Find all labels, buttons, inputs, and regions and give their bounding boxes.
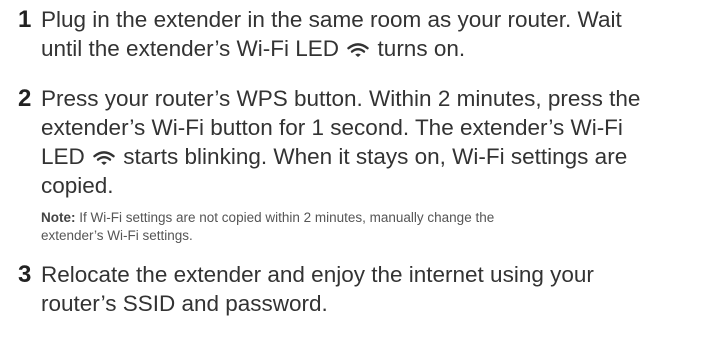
step-line: until the extender’s Wi-Fi LED turns on. [41,34,684,63]
step-line-part: starts blinking. When it stays on, Wi-Fi… [117,144,628,169]
note: Note: If Wi-Fi settings are not copied w… [41,209,684,245]
note-line: extender’s Wi-Fi settings. [41,228,193,243]
step-text: Relocate the extender and enjoy the inte… [41,260,684,318]
step-line: Plug in the extender in the same room as… [41,7,622,32]
step-line: extender’s Wi-Fi button for 1 second. Th… [41,115,623,140]
step-line: LED starts blinking. When it stays on, W… [41,142,684,171]
step-line: copied. [41,173,114,198]
step-1: 1 Plug in the extender in the same room … [18,5,684,63]
step-3: 3 Relocate the extender and enjoy the in… [18,260,684,318]
wifi-icon [347,43,369,57]
step-number: 3 [18,261,32,288]
step-line: Relocate the extender and enjoy the inte… [41,262,594,287]
note-text: If Wi-Fi settings are not copied within … [79,210,495,225]
step-text: Plug in the extender in the same room as… [41,5,684,63]
step-line-part: turns on. [371,36,466,61]
step-line: router’s SSID and password. [41,291,328,316]
step-text: Press your router’s WPS button. Within 2… [41,84,684,200]
note-line: Note: If Wi-Fi settings are not copied w… [41,209,684,227]
step-line: Press your router’s WPS button. Within 2… [41,86,641,111]
step-number: 2 [18,85,32,112]
step-line-part: until the extender’s Wi-Fi LED [41,36,346,61]
step-line-part: LED [41,144,92,169]
step-number: 1 [18,6,32,33]
step-2: 2 Press your router’s WPS button. Within… [18,84,684,245]
wifi-icon [93,151,115,165]
note-label: Note: [41,210,76,225]
